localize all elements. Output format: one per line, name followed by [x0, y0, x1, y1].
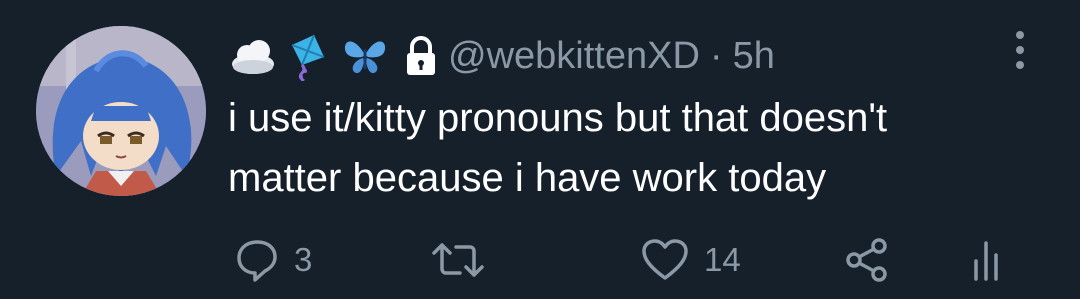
tweet[interactable]: @webkittenXD · 5h i use it/kitty pronoun… [0, 0, 1080, 299]
tweet-timestamp[interactable]: 5h [733, 35, 775, 78]
cloud-icon [228, 31, 278, 81]
kite-icon [284, 31, 334, 81]
tweet-actions: 3 14 [228, 232, 1028, 288]
reply-icon [237, 240, 277, 282]
tweet-header: @webkittenXD · 5h [228, 26, 775, 86]
user-handle[interactable]: @webkittenXD [448, 35, 700, 78]
analytics-icon [974, 241, 998, 281]
separator-dot: · [709, 34, 723, 77]
like-button[interactable]: 14 [640, 232, 741, 288]
reply-count: 3 [294, 241, 313, 278]
tweet-text: i use it/kitty pronouns but that doesn't… [228, 88, 1028, 208]
tweet-text-line-1: i use it/kitty pronouns but that doesn't [228, 96, 888, 140]
more-options-button[interactable] [1000, 26, 1040, 80]
more-vertical-icon [1016, 31, 1024, 69]
avatar[interactable] [36, 26, 206, 196]
heart-icon [642, 239, 688, 280]
reply-button[interactable]: 3 [234, 232, 312, 288]
analytics-button[interactable] [972, 232, 1002, 288]
lock-icon [396, 31, 436, 81]
tweet-text-line-2: matter because i have work today [228, 156, 827, 200]
butterfly-icon [340, 31, 390, 81]
share-icon [846, 238, 887, 282]
like-count: 14 [704, 241, 741, 278]
retweet-button[interactable] [430, 232, 486, 288]
retweet-icon [432, 243, 484, 277]
share-button[interactable] [844, 232, 890, 288]
